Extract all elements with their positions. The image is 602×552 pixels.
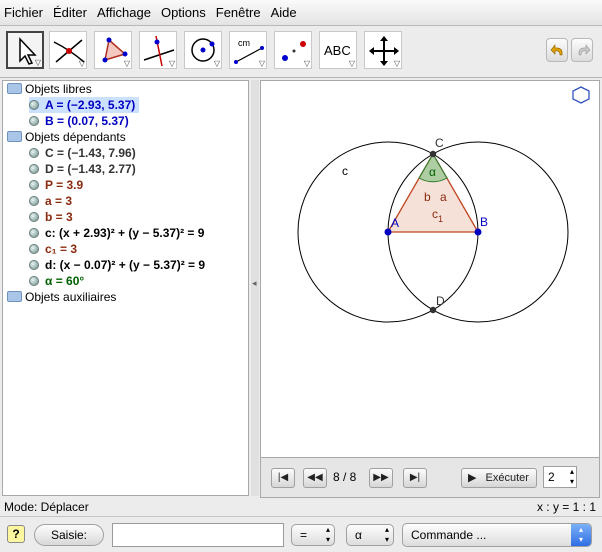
updown-arrows-icon: ▴ ▾ xyxy=(384,525,389,544)
svg-text:cm: cm xyxy=(238,38,250,48)
algebra-item-a[interactable]: a = 3 xyxy=(29,193,72,209)
label-B: B xyxy=(480,215,488,229)
algebra-item-alpha[interactable]: α = 60° xyxy=(29,273,84,289)
label-A: A xyxy=(391,216,399,230)
step-counter: 8 / 8 xyxy=(333,470,357,484)
updown-arrows-icon: ▴ ▾ xyxy=(325,525,330,544)
visibility-bullet-icon[interactable] xyxy=(29,148,39,158)
collapse-arrow-icon: ◂ xyxy=(252,278,257,288)
visibility-bullet-icon[interactable] xyxy=(29,100,39,110)
help-button[interactable]: ? xyxy=(7,525,25,543)
visibility-bullet-icon[interactable] xyxy=(29,276,39,286)
move-view-tool[interactable]: ▽ xyxy=(364,31,402,69)
next-step-button[interactable]: ▶▶ xyxy=(369,468,393,488)
mode-text: Mode: Déplacer xyxy=(4,500,89,514)
graphics-view[interactable]: A B C D c α b a c1 xyxy=(260,80,600,458)
menu-fichier[interactable]: Fichier xyxy=(4,5,43,20)
folder-icon xyxy=(7,291,22,302)
algebra-item-D[interactable]: D = (−1.43, 2.77) xyxy=(29,161,136,177)
menu-editer[interactable]: Éditer xyxy=(53,5,87,20)
point-C[interactable] xyxy=(429,150,437,158)
folder-icon xyxy=(7,131,22,142)
point-B[interactable] xyxy=(474,228,482,236)
menu-bar: Fichier Éditer Affichage Options Fenêtre… xyxy=(0,0,602,26)
construction-navigation-bar: |◀ ◀◀ 8 / 8 ▶▶ ▶| ▶ Exécuter 2 ▴ ▾ xyxy=(260,458,600,498)
input-label-button[interactable]: Saisie: xyxy=(34,524,104,546)
algebra-item-b[interactable]: b = 3 xyxy=(29,209,73,225)
visibility-bullet-icon[interactable] xyxy=(29,244,39,254)
geometry-canvas[interactable]: A B C D c α b a c1 xyxy=(261,81,599,457)
text-tool[interactable]: ABC ▽ xyxy=(319,31,357,69)
visibility-bullet-icon[interactable] xyxy=(29,228,39,238)
move-tool[interactable]: ▽ xyxy=(6,31,44,69)
folder-icon xyxy=(7,83,22,94)
first-step-icon: |◀ xyxy=(277,472,289,483)
algebra-item-circle-d[interactable]: d: (x − 0.07)² + (y − 5.37)² = 9 xyxy=(29,257,205,273)
toolbar: ▽ ▽ ▽ ▽ ▽ cm ▽ ▽ ABC ▽ ▽ xyxy=(0,26,602,78)
first-step-button[interactable]: |◀ xyxy=(271,468,295,488)
algebra-item-B[interactable]: B = (0.07, 5.37) xyxy=(29,113,129,129)
dropdown-triangle-icon: ▽ xyxy=(34,58,41,67)
visibility-bullet-icon[interactable] xyxy=(29,196,39,206)
algebra-item-C[interactable]: C = (−1.43, 7.96) xyxy=(29,145,136,161)
label-c: c xyxy=(342,164,348,178)
undo-button[interactable] xyxy=(546,38,568,62)
equals-dropdown[interactable]: = ▴ ▾ xyxy=(291,524,335,546)
dropdown-arrows-icon: ▴ ▾ xyxy=(571,524,591,546)
polygon-tool[interactable]: ▽ xyxy=(94,31,132,69)
algebra-view: Objets libres A = (−2.93, 5.37) B = (0.0… xyxy=(2,80,249,496)
distance-tool[interactable]: cm ▽ xyxy=(229,31,267,69)
perpendicular-tool[interactable]: ▽ xyxy=(139,31,177,69)
label-D: D xyxy=(436,294,445,308)
label-alpha: α xyxy=(429,165,436,179)
undo-icon xyxy=(550,44,563,56)
algebra-item-circle-c[interactable]: c: (x + 2.93)² + (y − 5.37)² = 9 xyxy=(29,225,204,241)
algebra-item-A[interactable]: A = (−2.93, 5.37) xyxy=(29,97,140,113)
play-icon: ▶ xyxy=(468,472,477,484)
algebra-item-c1[interactable]: c₁ = 3 xyxy=(29,241,77,257)
visibility-bullet-icon[interactable] xyxy=(29,164,39,174)
menu-affichage[interactable]: Affichage xyxy=(97,5,151,20)
dependent-objects-header[interactable]: Objets dépendants xyxy=(7,129,126,145)
input-bar: ? Saisie: = ▴ ▾ α ▴ ▾ Commande ... ▴ ▾ xyxy=(0,516,602,552)
style-bar-icon[interactable] xyxy=(572,86,590,104)
circle-tool[interactable]: ▽ xyxy=(184,31,222,69)
axes-ratio-text: x : y = 1 : 1 xyxy=(536,500,596,514)
menu-fenetre[interactable]: Fenêtre xyxy=(216,5,261,20)
next-step-icon: ▶▶ xyxy=(373,472,389,483)
intersect-tool[interactable]: ▽ xyxy=(49,31,87,69)
visibility-bullet-icon[interactable] xyxy=(29,116,39,126)
reflect-tool[interactable]: ▽ xyxy=(274,31,312,69)
speed-spinner[interactable]: 2 ▴ ▾ xyxy=(543,466,577,488)
free-objects-header[interactable]: Objets libres xyxy=(7,81,92,97)
algebra-item-P[interactable]: P = 3.9 xyxy=(29,177,83,193)
label-C: C xyxy=(435,136,444,150)
speed-value: 2 xyxy=(548,470,555,484)
label-a: a xyxy=(440,190,447,204)
visibility-bullet-icon[interactable] xyxy=(29,212,39,222)
command-dropdown[interactable]: Commande ... ▴ ▾ xyxy=(402,523,592,547)
play-button[interactable]: ▶ Exécuter xyxy=(461,468,537,488)
last-step-button[interactable]: ▶| xyxy=(403,468,427,488)
auxiliary-objects-header[interactable]: Objets auxiliaires xyxy=(7,289,116,305)
last-step-icon: ▶| xyxy=(409,472,421,483)
symbol-dropdown[interactable]: α ▴ ▾ xyxy=(346,524,394,546)
redo-button[interactable] xyxy=(571,38,593,62)
svg-text:ABC: ABC xyxy=(324,43,351,58)
visibility-bullet-icon[interactable] xyxy=(29,180,39,190)
help-icon: ? xyxy=(12,527,20,541)
view-splitter[interactable]: ◂ xyxy=(251,80,259,496)
visibility-bullet-icon[interactable] xyxy=(29,260,39,270)
menu-aide[interactable]: Aide xyxy=(271,5,297,20)
previous-step-button[interactable]: ◀◀ xyxy=(303,468,327,488)
previous-step-icon: ◀◀ xyxy=(307,472,323,483)
status-bar: Mode: Déplacer x : y = 1 : 1 xyxy=(0,498,602,516)
spinner-arrows-icon[interactable]: ▴ ▾ xyxy=(570,467,574,487)
redo-icon xyxy=(578,44,591,56)
input-field[interactable] xyxy=(112,523,284,547)
menu-options[interactable]: Options xyxy=(161,5,206,20)
label-b: b xyxy=(424,190,431,204)
